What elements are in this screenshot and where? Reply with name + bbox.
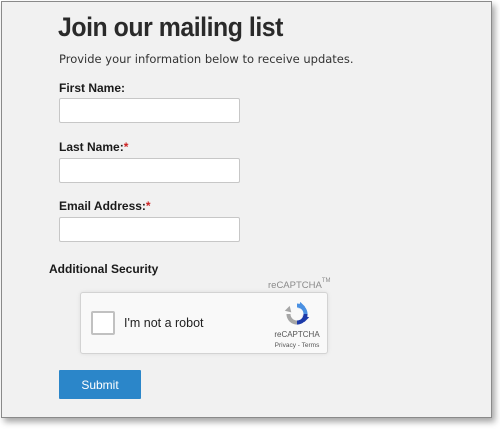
recaptcha-header-text: reCAPTCHA: [268, 280, 322, 291]
email-address-label: Email Address:*: [59, 199, 151, 213]
recaptcha-terms-link[interactable]: Terms: [302, 342, 320, 349]
required-marker: *: [123, 140, 129, 154]
first-name-label-text: First Name:: [59, 81, 126, 95]
recaptcha-trademark: TM: [321, 278, 331, 284]
recaptcha-privacy-link[interactable]: Privacy: [275, 342, 296, 349]
recaptcha-widget: I'm not a robot reCAPTCHA Privacy - Term…: [80, 292, 328, 354]
recaptcha-checkbox-label: I'm not a robot: [124, 316, 204, 330]
recaptcha-links: Privacy - Terms: [269, 342, 325, 349]
recaptcha-brand: reCAPTCHA: [274, 330, 320, 339]
first-name-field[interactable]: [59, 98, 240, 123]
first-name-label: First Name:: [59, 81, 125, 95]
submit-button[interactable]: Submit: [59, 370, 141, 399]
email-address-field[interactable]: [59, 217, 240, 242]
mailing-list-panel: Join our mailing list Provide your infor…: [1, 1, 492, 418]
last-name-label: Last Name:*: [59, 140, 128, 154]
recaptcha-checkbox[interactable]: [91, 311, 115, 335]
last-name-field[interactable]: [59, 158, 240, 183]
recaptcha-header: reCAPTCHATM: [268, 278, 331, 291]
required-marker: *: [145, 199, 151, 213]
page-title: Join our mailing list: [58, 12, 283, 42]
page-subtitle: Provide your information below to receiv…: [59, 52, 354, 66]
recaptcha-logo-icon: [284, 301, 310, 325]
last-name-label-text: Last Name:: [59, 140, 124, 154]
email-address-label-text: Email Address:: [59, 199, 146, 213]
additional-security-label: Additional Security: [49, 262, 159, 276]
